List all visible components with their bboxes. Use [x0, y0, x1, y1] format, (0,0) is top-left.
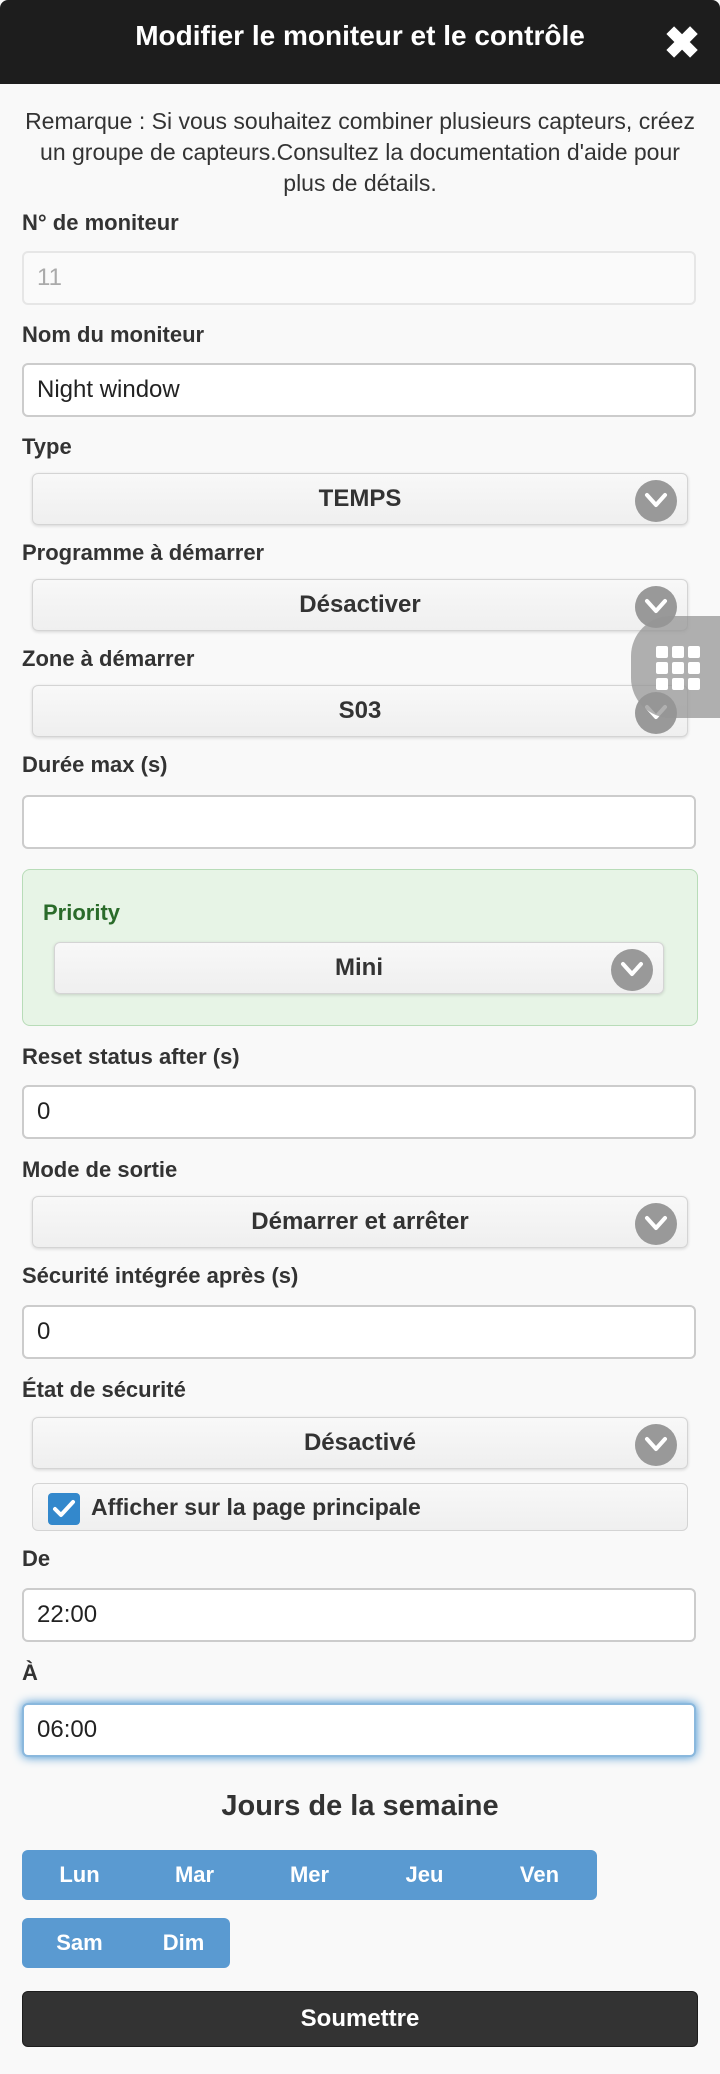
max-duration-field[interactable] [22, 795, 696, 849]
day-button-sat[interactable]: Sam [22, 1918, 137, 1968]
day-button-sun[interactable]: Dim [137, 1918, 230, 1968]
monitor-id-label: N° de moniteur [22, 210, 179, 235]
chevron-down-icon [635, 480, 677, 522]
day-button-thu[interactable]: Jeu [367, 1850, 482, 1900]
grid-menu-button[interactable] [631, 616, 720, 718]
type-label: Type [22, 434, 72, 459]
type-select[interactable]: TEMPS [32, 473, 688, 525]
to-time-field[interactable]: 06:00 [22, 1703, 696, 1757]
show-main-label: Afficher sur la page principale [91, 1494, 421, 1520]
day-button-wed[interactable]: Mer [252, 1850, 367, 1900]
chevron-down-icon [635, 1203, 677, 1245]
from-time-field[interactable]: 22:00 [22, 1588, 696, 1642]
show-main-checkbox[interactable] [48, 1493, 80, 1525]
show-main-checkbox-row[interactable]: Afficher sur la page principale [32, 1483, 688, 1531]
help-note: Remarque : Si vous souhaitez combiner pl… [25, 108, 695, 196]
program-select-value: Désactiver [299, 591, 421, 618]
failsafe-after-field[interactable]: 0 [22, 1305, 696, 1359]
submit-button[interactable]: Soumettre [22, 1991, 698, 2047]
to-label: À [22, 1660, 38, 1685]
priority-select-value: Mini [335, 954, 383, 981]
output-mode-select[interactable]: Démarrer et arrêter [32, 1196, 688, 1248]
reset-status-field[interactable]: 0 [22, 1085, 696, 1139]
day-button-mon[interactable]: Lun [22, 1850, 137, 1900]
priority-box: Priority Mini [22, 869, 698, 1026]
priority-select[interactable]: Mini [54, 942, 664, 994]
from-label: De [22, 1546, 51, 1571]
checkmark-icon [53, 1500, 75, 1517]
type-select-value: TEMPS [318, 485, 402, 512]
program-select[interactable]: Désactiver [32, 579, 688, 631]
failsafe-after-label: Sécurité intégrée après (s) [22, 1263, 299, 1288]
monitor-name-label: Nom du moniteur [22, 322, 205, 347]
reset-status-label: Reset status after (s) [22, 1044, 240, 1069]
zone-select-value: S03 [338, 697, 382, 724]
priority-label: Priority [43, 900, 121, 925]
dialog-title: Modifier le moniteur et le contrôle [135, 20, 585, 51]
grid-icon [656, 646, 700, 690]
failsafe-state-select[interactable]: Désactivé [32, 1417, 688, 1469]
max-duration-label: Durée max (s) [22, 752, 168, 777]
weekday-row-1: Lun Mar Mer Jeu Ven [22, 1850, 597, 1900]
weekday-row-2: Sam Dim [22, 1918, 230, 1968]
failsafe-state-label: État de sécurité [22, 1377, 186, 1402]
zone-select[interactable]: S03 [32, 685, 688, 737]
zone-label: Zone à démarrer [22, 646, 195, 671]
monitor-name-field[interactable]: Night window [22, 363, 696, 417]
dialog-header: Modifier le moniteur et le contrôle ✖ [0, 0, 720, 84]
monitor-id-field: 11 [22, 251, 696, 305]
close-icon[interactable]: ✖ [662, 22, 702, 66]
chevron-down-icon [635, 1424, 677, 1466]
program-label: Programme à démarrer [22, 540, 265, 565]
failsafe-state-select-value: Désactivé [303, 1429, 417, 1456]
day-button-tue[interactable]: Mar [137, 1850, 252, 1900]
chevron-down-icon [611, 949, 653, 991]
day-button-fri[interactable]: Ven [482, 1850, 597, 1900]
output-mode-label: Mode de sortie [22, 1157, 178, 1182]
output-mode-select-value: Démarrer et arrêter [251, 1208, 469, 1235]
weekdays-heading: Jours de la semaine [221, 1790, 499, 1822]
